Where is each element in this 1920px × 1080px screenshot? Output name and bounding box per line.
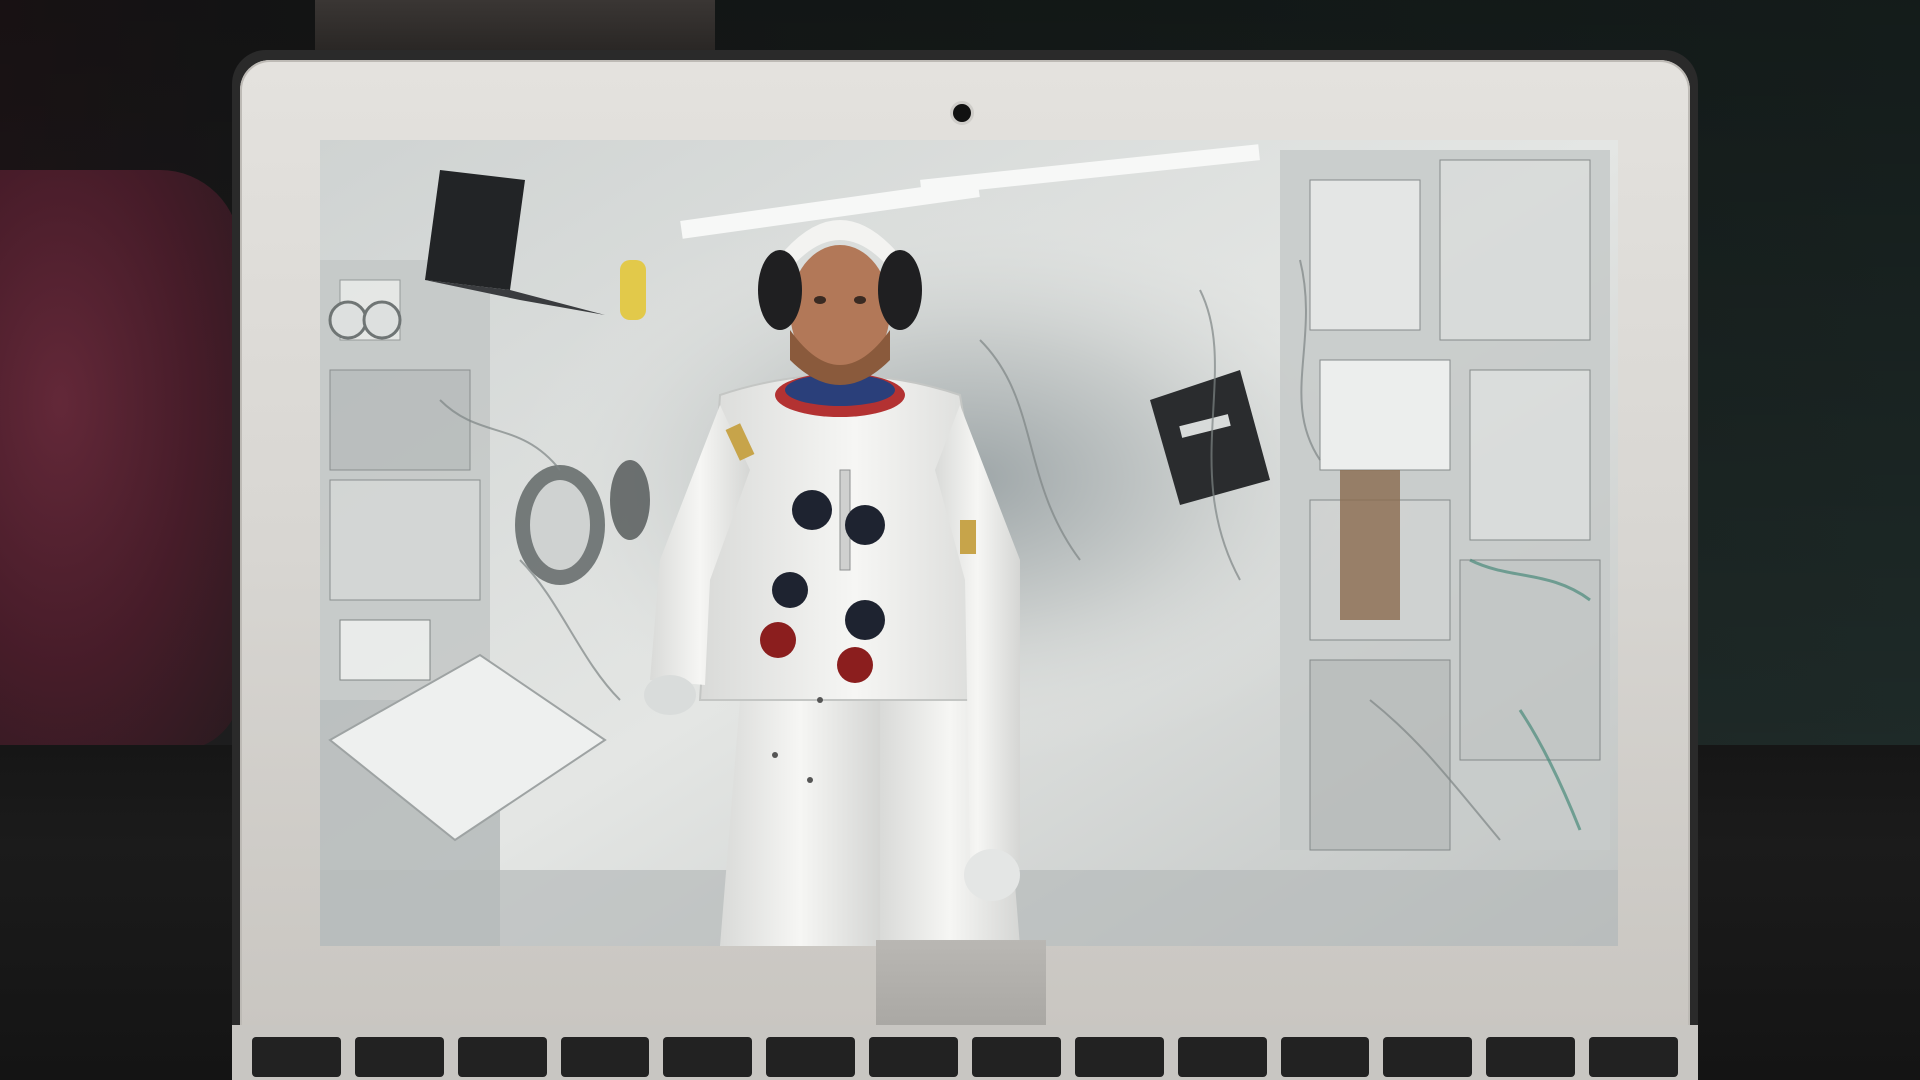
background-cushion [0, 170, 240, 750]
scene [0, 0, 1920, 1080]
key [1486, 1037, 1576, 1077]
key [869, 1037, 959, 1077]
key [1280, 1037, 1370, 1077]
key [972, 1037, 1061, 1077]
key [560, 1037, 650, 1077]
key [1383, 1037, 1473, 1077]
key [663, 1037, 753, 1077]
background-box [315, 0, 715, 50]
key [1589, 1037, 1679, 1077]
keyboard-row [252, 1037, 1679, 1077]
space-station-video [320, 140, 1618, 946]
key [1074, 1037, 1164, 1077]
key [457, 1037, 547, 1077]
webcam-icon [953, 104, 971, 122]
key [252, 1037, 341, 1077]
key [1177, 1037, 1267, 1077]
laptop-hinge [876, 940, 1046, 1030]
laptop-screen [320, 140, 1618, 946]
key [354, 1037, 444, 1077]
key [766, 1037, 856, 1077]
laptop-keyboard [232, 1025, 1698, 1080]
